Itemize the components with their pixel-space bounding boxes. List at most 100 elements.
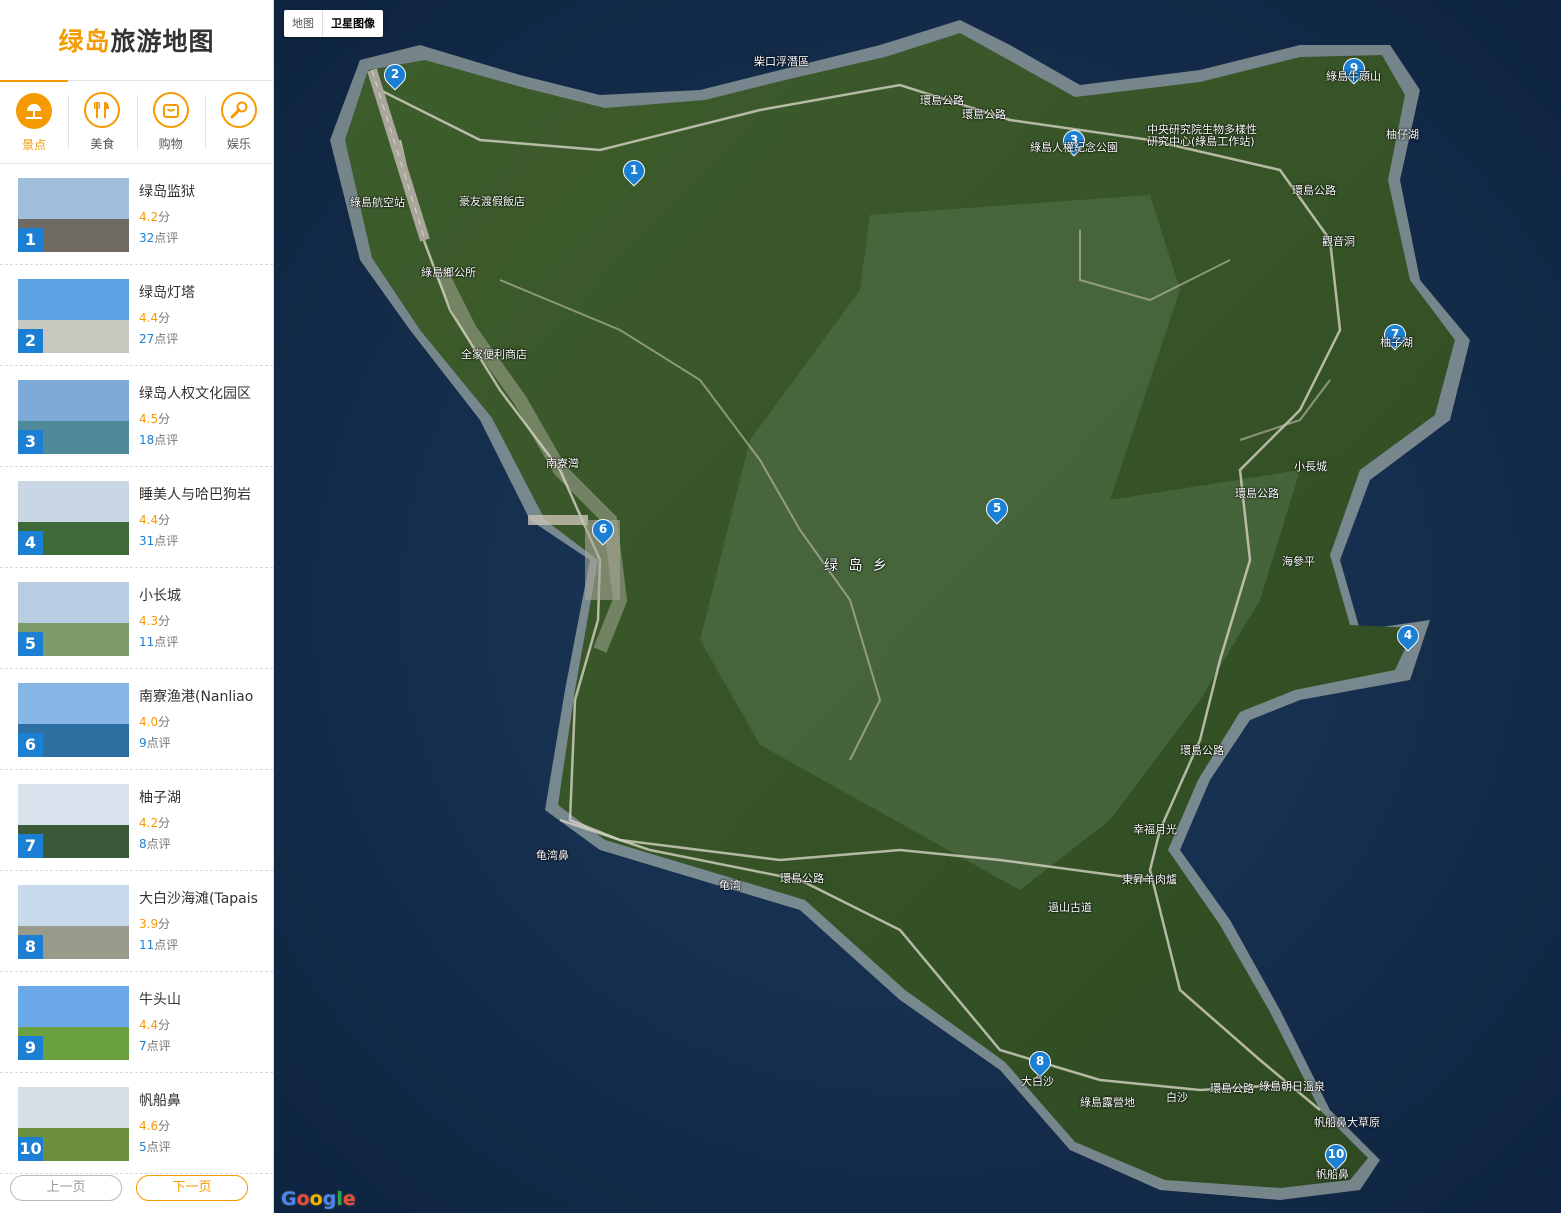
attraction-photo: 6 [18, 683, 129, 757]
attraction-score: 4.4分 [139, 513, 171, 527]
attraction-score: 4.4分 [139, 1018, 171, 1032]
attraction-name[interactable]: 睡美人与哈巴狗岩 [139, 484, 263, 504]
tab-label: 景点 [22, 137, 47, 152]
map-type-map-button[interactable]: 地图 [284, 10, 322, 37]
map-place-label: 龟湾 [719, 879, 741, 892]
map-place-label: 龟湾鼻 [536, 849, 569, 862]
attraction-reviews: 9点评 [139, 736, 171, 750]
prev-page-button[interactable]: 上一页 [10, 1175, 122, 1201]
map-pin[interactable]: 6 [587, 514, 619, 546]
rank-badge: 4 [18, 531, 43, 555]
list-item[interactable]: 9 牛头山 4.4分 7点评 [0, 972, 273, 1073]
rank-badge: 9 [18, 1036, 43, 1060]
map-place-label: 小長城 [1294, 460, 1327, 473]
map-place-label: 柚子湖 [1380, 336, 1413, 349]
attraction-name[interactable]: 绿岛人权文化园区 [139, 383, 263, 403]
attraction-reviews: 8点评 [139, 837, 171, 851]
attraction-name[interactable]: 柚子湖 [139, 787, 263, 807]
map-place-label: 環島公路 [1292, 184, 1336, 197]
attraction-reviews: 11点评 [139, 938, 179, 952]
list-item[interactable]: 1 绿岛监狱 4.2分 32点评 [0, 164, 273, 265]
attraction-reviews: 7点评 [139, 1039, 171, 1053]
attraction-score: 3.9分 [139, 917, 171, 931]
next-page-button[interactable]: 下一页 [136, 1175, 248, 1201]
list-item[interactable]: 5 小长城 4.3分 11点评 [0, 568, 273, 669]
list-item[interactable]: 7 柚子湖 4.2分 8点评 [0, 770, 273, 871]
attraction-score: 4.2分 [139, 210, 171, 224]
attraction-name[interactable]: 帆船鼻 [139, 1090, 263, 1110]
map-place-label: 柚仔湖 [1386, 128, 1419, 141]
map-type-satellite-button[interactable]: 卫星图像 [322, 10, 383, 37]
attraction-photo: 10 [18, 1087, 129, 1161]
rank-badge: 7 [18, 834, 43, 858]
map-place-label: 帆船鼻 [1316, 1168, 1349, 1181]
map-pin[interactable]: 10 [1320, 1139, 1352, 1171]
map-pin[interactable]: 5 [981, 493, 1013, 525]
map-place-label: 東昇羊肉爐 [1122, 873, 1177, 886]
list-item[interactable]: 6 南寮渔港(Nanliao 4.0分 9点评 [0, 669, 273, 770]
attraction-photo: 2 [18, 279, 129, 353]
shopping-bag-icon [152, 92, 189, 128]
fork-knife-icon [84, 92, 121, 128]
attraction-score: 4.5分 [139, 412, 171, 426]
attraction-score: 4.4分 [139, 311, 171, 325]
attraction-name[interactable]: 绿岛灯塔 [139, 282, 263, 302]
map-pin[interactable]: 2 [379, 59, 411, 91]
attraction-score: 4.3分 [139, 614, 171, 628]
attraction-name[interactable]: 大白沙海滩(Tapais [139, 888, 263, 908]
attraction-name[interactable]: 南寮渔港(Nanliao [139, 686, 263, 706]
list-item[interactable]: 10 帆船鼻 4.6分 5点评 [0, 1073, 273, 1174]
attraction-reviews: 31点评 [139, 534, 179, 548]
rank-badge: 6 [18, 733, 43, 757]
map-pin-number: 10 [1327, 1147, 1345, 1161]
tab-attractions[interactable]: 景点 [0, 80, 69, 163]
map-place-label: 過山古道 [1048, 901, 1092, 914]
title-rest: 旅游地图 [110, 27, 215, 56]
title-highlight: 绿岛 [58, 27, 111, 56]
tab-food[interactable]: 美食 [68, 81, 136, 163]
map-pin[interactable]: 8 [1024, 1046, 1056, 1078]
list-item[interactable]: 8 大白沙海滩(Tapais 3.9分 11点评 [0, 871, 273, 972]
map-place-label: 研究中心(綠島工作站) [1147, 135, 1255, 148]
microphone-icon [220, 92, 257, 128]
page-title: 绿岛 旅游地图 [0, 0, 273, 80]
map-place-label: 環島公路 [962, 108, 1006, 121]
island-satellite-image [274, 0, 1561, 1213]
attraction-reviews: 5点评 [139, 1140, 171, 1154]
attraction-photo: 5 [18, 582, 129, 656]
map-pin[interactable]: 1 [618, 155, 650, 187]
google-logo: Google [281, 1188, 356, 1210]
tab-entertainment[interactable]: 娱乐 [204, 81, 273, 163]
attraction-name[interactable]: 小长城 [139, 585, 263, 605]
sidebar: 绿岛 旅游地图 景点 美食 购物 娱乐 1 绿岛监狱 4.2分 32点评 2 绿… [0, 0, 274, 1213]
map-place-label: 環島公路 [1235, 487, 1279, 500]
attraction-score: 4.6分 [139, 1119, 171, 1133]
list-item[interactable]: 2 绿岛灯塔 4.4分 27点评 [0, 265, 273, 366]
rank-badge: 10 [18, 1137, 43, 1161]
attraction-reviews: 27点评 [139, 332, 179, 346]
attraction-photo: 3 [18, 380, 129, 454]
attraction-photo: 9 [18, 986, 129, 1060]
attraction-reviews: 18点评 [139, 433, 179, 447]
list-item[interactable]: 3 绿岛人权文化园区 4.5分 18点评 [0, 366, 273, 467]
attraction-name[interactable]: 牛头山 [139, 989, 263, 1009]
map-place-label: 帆船鼻大草原 [1314, 1116, 1380, 1129]
map-place-label: 綠島航空站 [350, 196, 405, 209]
tab-shopping[interactable]: 购物 [136, 81, 205, 163]
satellite-map[interactable]: 1 2 3 4 5 6 7 8 9 10 柴口浮潛區 環島公路 環島公路 綠島人權紀念公園 中央研究院生物… [274, 0, 1561, 1213]
map-place-label: 環島公路 [1180, 744, 1224, 757]
tab-label: 美食 [90, 137, 115, 151]
map-pin-number: 8 [1035, 1054, 1045, 1068]
rank-badge: 2 [18, 329, 43, 353]
attraction-photo: 7 [18, 784, 129, 858]
attraction-name[interactable]: 绿岛监狱 [139, 181, 263, 201]
map-pin-number: 2 [390, 67, 400, 81]
list-item[interactable]: 4 睡美人与哈巴狗岩 4.4分 31点评 [0, 467, 273, 568]
map-pin[interactable]: 4 [1392, 620, 1424, 652]
attraction-list: 1 绿岛监狱 4.2分 32点评 2 绿岛灯塔 4.4分 27点评 3 绿岛人权文化园区 4.5分 1… [0, 164, 273, 1174]
attraction-score: 4.2分 [139, 816, 171, 830]
attraction-reviews: 32点评 [139, 231, 179, 245]
map-place-label: 綠島鄉公所 [421, 266, 476, 279]
map-place-label: 綠島朝日溫泉 [1259, 1080, 1325, 1093]
map-pin-number: 6 [598, 522, 608, 536]
